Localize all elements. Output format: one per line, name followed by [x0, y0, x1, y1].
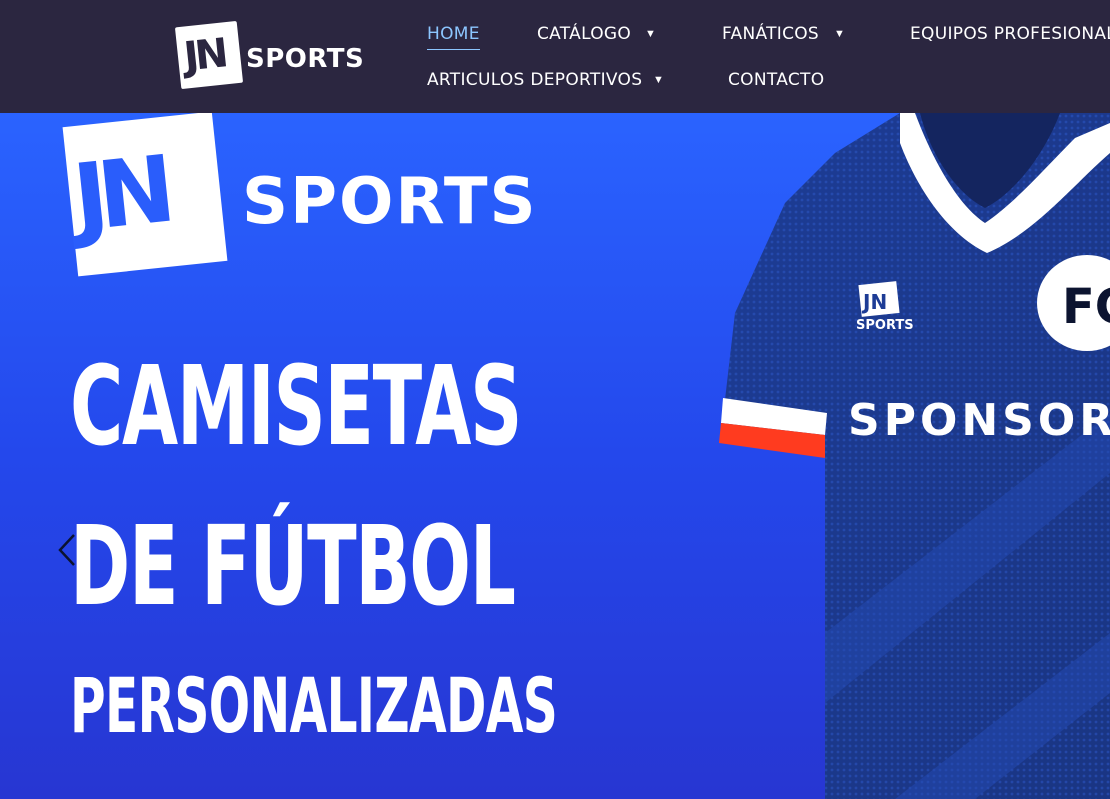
fanaticos-caret-icon[interactable]: ▼: [834, 28, 845, 40]
hero-logo-mark: JN: [62, 113, 228, 277]
hero-banner: JN SPORTS CAMISETAS DE FÚTBOL PERSONALIZ…: [0, 113, 1110, 799]
jersey-logo-name: SPORTS: [856, 318, 914, 333]
nav-catalogo[interactable]: CATÁLOGO: [537, 24, 631, 44]
slider-prev-arrow-icon[interactable]: [56, 533, 78, 567]
headline-line-1: CAMISETAS: [70, 342, 522, 470]
headline-line-3: PERSONALIZADAS: [70, 661, 558, 750]
logo-mark-text: JN: [181, 30, 227, 81]
logo-mark: JN: [174, 20, 244, 90]
hero-logo-mark-text: JN: [68, 136, 171, 253]
logo-text: SPORTS: [246, 44, 365, 74]
site-header: JN SPORTS HOME CATÁLOGO ▼ FANÁTICOS ▼ EQ…: [0, 0, 1110, 113]
nav-articulos-deportivos[interactable]: ARTICULOS DEPORTIVOS: [427, 70, 642, 90]
catalogo-caret-icon[interactable]: ▼: [645, 28, 656, 40]
articulos-caret-icon[interactable]: ▼: [653, 74, 664, 86]
headline-line-2: DE FÚTBOL: [70, 502, 516, 630]
nav-equipos-profesional[interactable]: EQUIPOS PROFESIONAL: [910, 24, 1110, 44]
jersey-sponsor-text: SPONSOR: [848, 395, 1110, 446]
nav-fanaticos[interactable]: FANÁTICOS: [722, 24, 819, 44]
jersey-logo-mark: JN: [861, 290, 887, 314]
nav-home[interactable]: HOME: [427, 24, 480, 50]
site-logo[interactable]: JN SPORTS: [174, 20, 378, 92]
hero-logo-text: SPORTS: [242, 165, 538, 239]
jersey-badge-text: FC: [1062, 279, 1110, 335]
nav-contacto[interactable]: CONTACTO: [728, 70, 824, 90]
hero-logo: JN SPORTS: [62, 113, 550, 288]
jersey-image: FC JN SPORTS SPONSOR: [719, 113, 1110, 799]
